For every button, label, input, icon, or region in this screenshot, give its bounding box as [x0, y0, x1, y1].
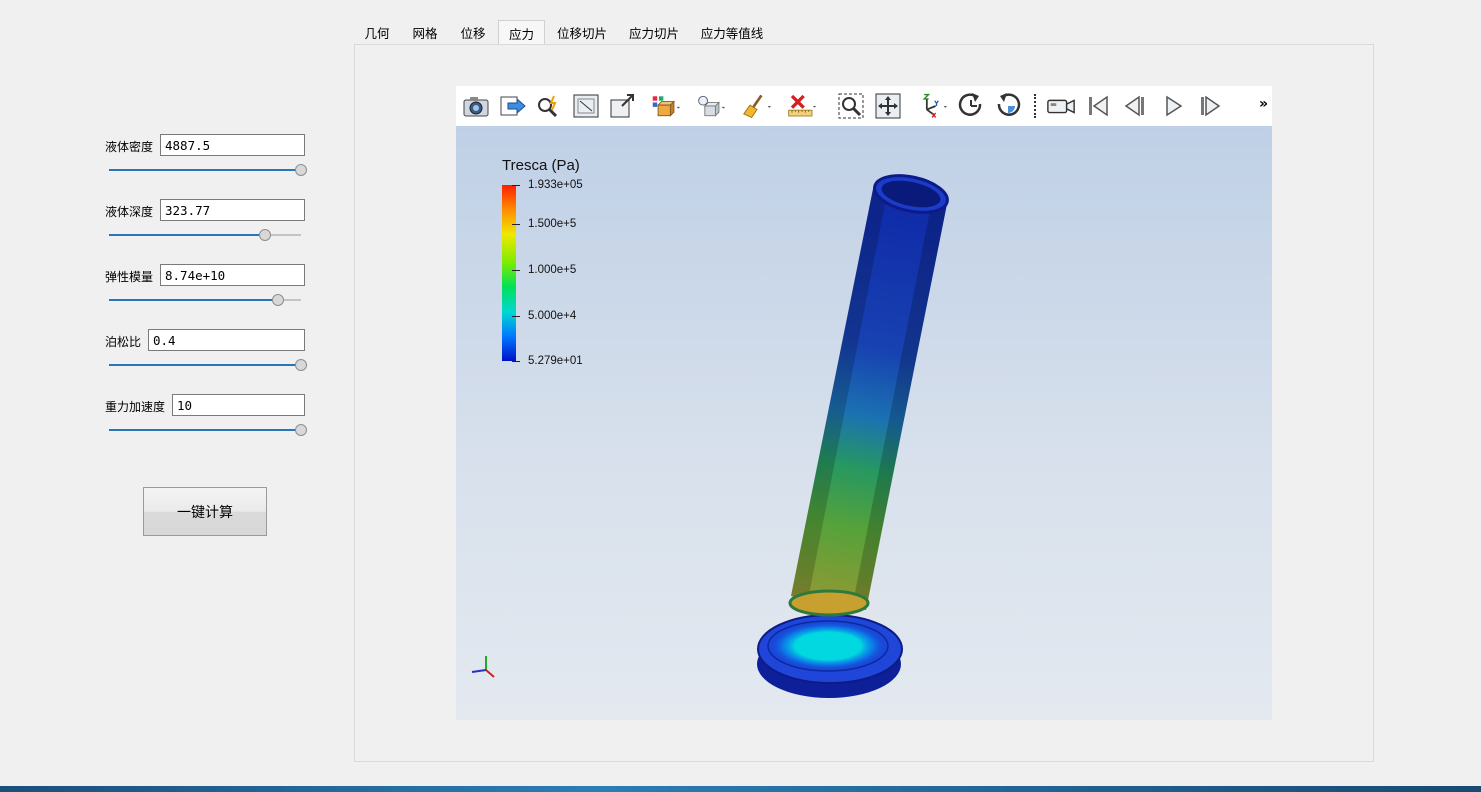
- zoom-select-icon[interactable]: [836, 91, 866, 121]
- legend-tick: [512, 316, 520, 317]
- poisson-slider[interactable]: [109, 359, 307, 371]
- play-icon[interactable]: [1158, 91, 1188, 121]
- legend-tick: [512, 270, 520, 271]
- previous-frame-icon[interactable]: [1120, 91, 1150, 121]
- pick-icon[interactable]: [533, 91, 563, 121]
- poisson-label: 泊松比: [105, 335, 142, 349]
- orientation-axes: [471, 656, 495, 678]
- render-view: » Tresca (Pa) 1.933e+05 1.500e+5 1.000e+…: [456, 86, 1272, 720]
- slider-handle[interactable]: [295, 164, 307, 176]
- gravity-input[interactable]: 10: [172, 394, 305, 416]
- representation-icon[interactable]: [651, 91, 681, 121]
- legend-label: 1.500e+5: [528, 218, 577, 230]
- tab-displacement-slice[interactable]: 位移切片: [548, 20, 616, 44]
- density-slider[interactable]: [109, 164, 307, 176]
- tab-stress-slice[interactable]: 应力切片: [620, 20, 688, 44]
- clear-icon[interactable]: [742, 91, 772, 121]
- 3d-render-area[interactable]: Tresca (Pa) 1.933e+05 1.500e+5 1.000e+5 …: [456, 126, 1272, 720]
- tab-stress[interactable]: 应力: [498, 20, 545, 45]
- reset-camera-icon[interactable]: [571, 91, 601, 121]
- modulus-input[interactable]: 8.74e+10: [160, 264, 305, 286]
- rotate-cw-icon[interactable]: [956, 91, 986, 121]
- depth-slider[interactable]: [109, 229, 301, 241]
- last-frame-icon[interactable]: [1195, 91, 1225, 121]
- zoom-to-box-icon[interactable]: [607, 91, 637, 121]
- stress-model: [471, 174, 949, 698]
- light-icon[interactable]: [696, 91, 726, 121]
- legend-label-min: 5.279e+01: [528, 355, 583, 367]
- legend-tick: [512, 224, 520, 225]
- legend-label: 5.000e+4: [528, 310, 577, 322]
- gravity-slider[interactable]: [109, 424, 307, 436]
- first-frame-icon[interactable]: [1083, 91, 1113, 121]
- tab-geometry[interactable]: 几何: [354, 20, 400, 44]
- slider-handle[interactable]: [258, 229, 271, 241]
- legend-tick: [512, 185, 520, 186]
- gravity-label: 重力加速度: [105, 400, 166, 414]
- ruler-icon[interactable]: [787, 91, 817, 121]
- slider-handle[interactable]: [295, 359, 307, 371]
- slider-handle[interactable]: [295, 424, 307, 436]
- camera-record-icon[interactable]: [1046, 91, 1076, 121]
- legend-label: 1.000e+5: [528, 264, 577, 276]
- fit-icon[interactable]: [873, 91, 903, 121]
- modulus-label: 弹性模量: [105, 270, 154, 284]
- toolbar-separator: [1034, 94, 1036, 118]
- tab-stress-contour[interactable]: 应力等值线: [692, 20, 772, 44]
- poisson-input[interactable]: 0.4: [148, 329, 305, 351]
- view-toolbar: »: [456, 86, 1272, 126]
- tab-displacement[interactable]: 位移: [450, 20, 496, 44]
- density-input[interactable]: 4887.5: [160, 134, 305, 156]
- density-label: 液体密度: [105, 140, 154, 154]
- legend-title: Tresca (Pa): [502, 157, 580, 174]
- legend-gradient-bar: [502, 185, 516, 361]
- camera-icon[interactable]: [461, 91, 491, 121]
- legend-label-max: 1.933e+05: [528, 179, 583, 191]
- slider-handle[interactable]: [271, 294, 284, 306]
- tab-mesh[interactable]: 网格: [402, 20, 448, 44]
- export-icon[interactable]: [497, 91, 527, 121]
- depth-input[interactable]: 323.77: [160, 199, 305, 221]
- axes-orientation-icon[interactable]: [918, 91, 948, 121]
- compute-button[interactable]: 一键计算: [143, 487, 267, 536]
- legend-tick: [512, 361, 520, 362]
- toolbar-overflow-button[interactable]: »: [1259, 96, 1268, 112]
- modulus-slider[interactable]: [109, 294, 301, 306]
- taskbar-strip: [0, 786, 1481, 792]
- depth-label: 液体深度: [105, 205, 154, 219]
- rotate-ccw-icon[interactable]: [993, 91, 1023, 121]
